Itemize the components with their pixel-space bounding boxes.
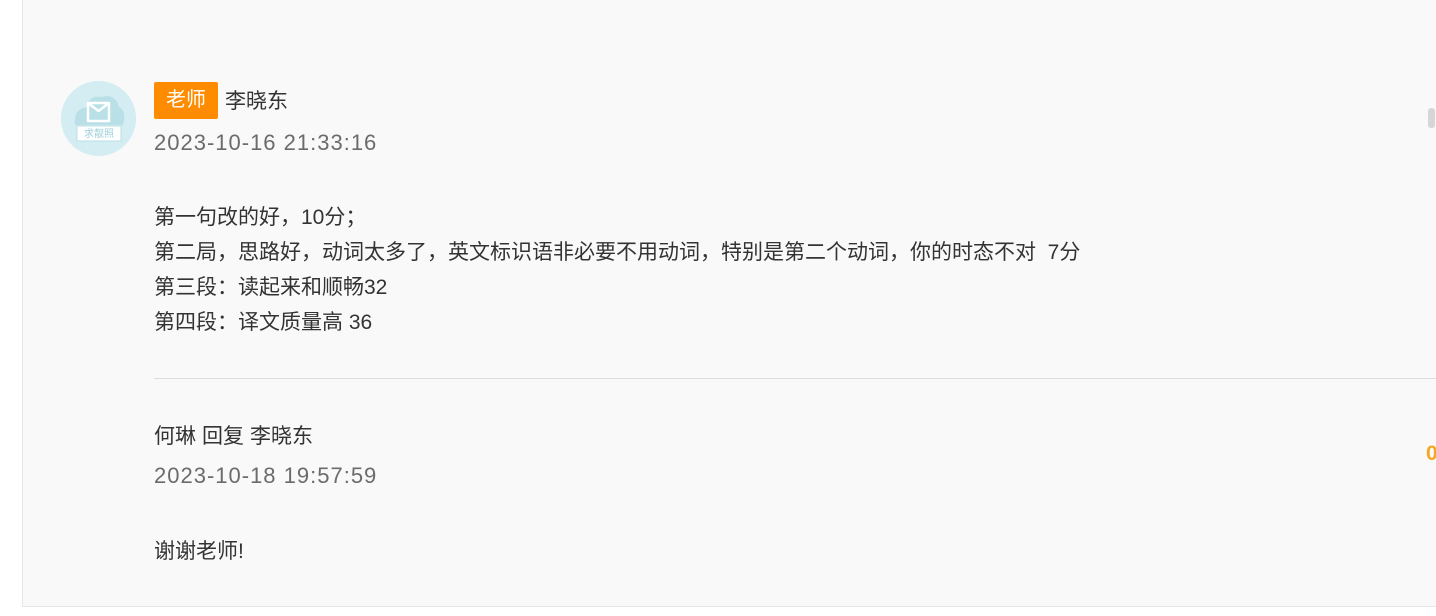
avatar-text: 求靓照 [84,127,114,140]
avatar-placeholder-icon: 求靓照 [61,81,136,156]
edge-mark: 0 [1426,442,1436,465]
comment-body: 第一句改的好，10分； 第二局，思路好，动词太多了，英文标识语非必要不用动词，特… [154,200,1080,340]
author-name[interactable]: 李晓东 [225,85,288,115]
comment-line: 第二局，思路好，动词太多了，英文标识语非必要不用动词，特别是第二个动词，你的时态… [154,241,1081,264]
reply-to[interactable]: 李晓东 [250,425,313,448]
avatar[interactable]: 求靓照 [61,81,136,156]
divider [154,378,1436,379]
comment-header: 老师 李晓东 [154,81,288,119]
comment-timestamp: 2023-10-16 21:33:16 [154,130,378,155]
reply-from[interactable]: 何琳 [154,425,196,448]
role-badge: 老师 [154,81,218,119]
reply-timestamp: 2023-10-18 19:57:59 [154,463,378,488]
comment-panel: 求靓照 老师 李晓东 2023-10-16 21:33:16 第一句改的好，10… [22,0,1436,607]
comment-line: 第四段：译文质量高 36 [154,311,373,334]
comment-line: 第三段：读起来和顺畅32 [154,276,388,299]
reply-body: 谢谢老师! [154,540,244,563]
reply-action: 回复 [202,425,244,448]
comment-line: 第一句改的好，10分； [154,206,367,229]
reply-header: 何琳 回复 李晓东 [154,420,313,450]
scrollbar-thumb[interactable] [1428,108,1435,128]
